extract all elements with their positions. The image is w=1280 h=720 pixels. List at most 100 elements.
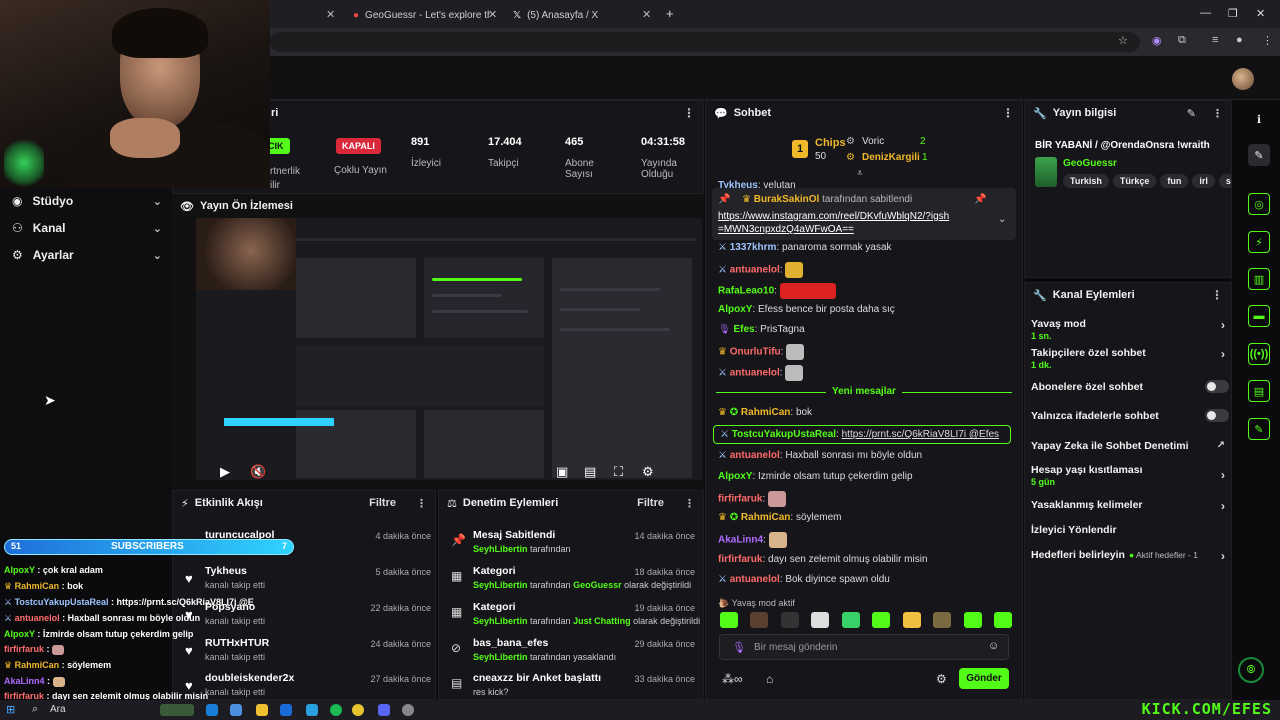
sidebar-item-studio[interactable]: ◉ Stüdyo ⌄ [12, 192, 162, 210]
chrome-icon[interactable] [352, 704, 364, 716]
username[interactable]: firfirfaruk [718, 554, 762, 565]
close-window-icon[interactable]: ✕ [1256, 7, 1265, 20]
app-icon[interactable] [280, 704, 292, 716]
emote[interactable] [811, 612, 830, 628]
app-icon[interactable] [402, 704, 414, 716]
taskbar-thumbnail[interactable] [160, 704, 194, 716]
close-tab-icon[interactable]: ✕ [488, 8, 497, 21]
minimize-icon[interactable]: — [1200, 7, 1211, 19]
emote[interactable] [933, 612, 952, 628]
username[interactable]: antuanelol [730, 450, 780, 461]
new-tab-icon[interactable]: + [666, 6, 674, 21]
tag[interactable]: spe [1218, 174, 1231, 188]
username[interactable]: doubleiskender2x [205, 672, 294, 684]
multistream-badge[interactable]: KAPALI [336, 138, 381, 154]
tag[interactable]: Turkish [1063, 174, 1109, 188]
mute-icon[interactable]: 🔇 [250, 464, 266, 480]
close-tab-icon[interactable]: ✕ [326, 8, 335, 21]
tab-x[interactable]: 𝕏 (5) Anasayfa / X [505, 4, 655, 26]
username[interactable]: RafaLeao10 [718, 286, 774, 297]
username[interactable]: Tykheus [205, 565, 247, 577]
preview-video[interactable] [196, 218, 702, 480]
edit-icon[interactable]: ✎ [1248, 144, 1270, 166]
profile-icon[interactable]: ● [1236, 34, 1243, 46]
app-icon[interactable] [206, 704, 218, 716]
star-icon[interactable]: ☆ [1118, 34, 1128, 47]
more-options-icon[interactable]: ⋮ [683, 106, 695, 120]
spotify-icon[interactable] [330, 704, 342, 716]
username[interactable]: AlpoxY [718, 304, 752, 315]
username[interactable]: antuanelol [730, 574, 780, 585]
username[interactable]: RahmiCan [741, 512, 790, 523]
folder-icon[interactable] [256, 704, 268, 716]
username[interactable]: AkaLinn4 [718, 535, 763, 546]
chat-icon[interactable]: ▬ [1248, 305, 1270, 327]
setting-banned-words[interactable]: Yasaklanmış kelimeler › [1031, 499, 1231, 513]
more-options-icon[interactable]: ⋮ [1212, 107, 1223, 120]
sidebar-item-channel[interactable]: ⚇ Kanal ⌄ [12, 219, 162, 237]
setting-goals[interactable]: Hedefleri belirleyin ● Aktif hedefler - 1… [1031, 549, 1231, 563]
tab-geoguessr[interactable]: ● GeoGuessr - Let's explore the world! [345, 4, 505, 26]
chevron-down-icon[interactable]: ⌄ [998, 214, 1006, 225]
username[interactable]: antuanelol [730, 265, 780, 276]
close-tab-icon[interactable]: ✕ [642, 8, 651, 21]
media-icon[interactable]: ≡ [1212, 34, 1218, 46]
leader-name[interactable]: DenizKargili [862, 152, 920, 163]
setting-emote-only[interactable]: Yalnızca ifadelerle sohbet [1031, 409, 1231, 422]
target-icon[interactable]: ◎ [1248, 193, 1270, 215]
username[interactable]: Tykheus [718, 180, 758, 188]
bolt-icon[interactable]: ⚡ [1248, 231, 1270, 253]
play-icon[interactable]: ▶ [220, 464, 230, 480]
info-icon[interactable]: ℹ [1248, 108, 1270, 130]
more-options-icon[interactable]: ⋮ [1002, 106, 1014, 120]
toggle-switch[interactable] [1205, 380, 1229, 393]
emoji-icon[interactable]: ☺ [988, 640, 999, 652]
setting-ai-moderation[interactable]: Yapay Zeka ile Sohbet Denetimi ↗ [1031, 440, 1231, 452]
filter-button[interactable]: Filtre [637, 497, 664, 509]
filter-button[interactable]: Filtre [369, 497, 396, 509]
tag[interactable]: Türkçe [1112, 174, 1157, 188]
infinity-icon[interactable]: ⁂∞ [722, 672, 743, 686]
username[interactable]: firfirfaruk [718, 494, 762, 505]
pinned-link[interactable]: https://www.instagram.com/reel/DKvfuWblq… [718, 210, 954, 236]
username[interactable]: RahmiCan [741, 407, 790, 418]
leader-name[interactable]: Voric [862, 136, 884, 147]
setting-raid[interactable]: İzleyici Yönlendir [1031, 524, 1231, 536]
toggle-switch[interactable] [1205, 409, 1229, 422]
app-icon[interactable] [230, 704, 242, 716]
username[interactable]: 1337khrm [730, 242, 777, 253]
setting-account-age[interactable]: Hesap yaşı kısıtlaması 5 gün › [1031, 464, 1231, 487]
puzzle-icon[interactable]: ⧉ [1178, 34, 1186, 47]
send-button[interactable]: Gönder [959, 668, 1009, 689]
emote[interactable] [780, 612, 799, 628]
gear-icon[interactable]: ⚙ [936, 672, 947, 686]
menu-icon[interactable]: ⋮ [1262, 34, 1273, 47]
username[interactable]: OnurluTifu [730, 347, 781, 358]
more-options-icon[interactable]: ⋮ [684, 497, 695, 510]
emote[interactable] [750, 612, 769, 628]
emote[interactable] [720, 612, 738, 628]
url-input[interactable] [270, 32, 1140, 52]
username[interactable]: RUTHxHTUR [205, 637, 269, 649]
maximize-icon[interactable]: ❐ [1228, 7, 1238, 20]
message-text[interactable]: https://prnt.sc/Q6kRiaV8LI7i @Efes [842, 429, 999, 440]
layout-icon[interactable]: ▤ [1248, 380, 1270, 402]
discord-icon[interactable] [378, 704, 390, 716]
app-icon[interactable] [306, 704, 318, 716]
more-options-icon[interactable]: ⋮ [416, 497, 427, 510]
more-options-icon[interactable]: ⋮ [1211, 288, 1223, 302]
emote[interactable] [993, 612, 1012, 628]
avatar[interactable] [1232, 68, 1254, 90]
category-name[interactable]: GeoGuessr [1063, 158, 1117, 169]
username[interactable]: AlpoxY [718, 471, 752, 482]
emote[interactable] [963, 612, 982, 628]
pip-icon[interactable]: ▣ [556, 464, 568, 480]
wrench-icon[interactable]: ✎ [1248, 418, 1270, 440]
setting-followers-only[interactable]: Takipçilere özel sohbet 1 dk. › [1031, 347, 1231, 370]
unpin-icon[interactable]: 📌 [974, 194, 986, 205]
fullscreen-icon[interactable]: ⛶ [614, 464, 623, 480]
clipboard-icon[interactable]: ▥ [1248, 268, 1270, 290]
edit-icon[interactable]: ✎ [1187, 107, 1196, 120]
setting-subs-only[interactable]: Abonelere özel sohbet [1031, 380, 1231, 393]
sidebar-item-settings[interactable]: ⚙ Ayarlar ⌄ [12, 246, 162, 264]
